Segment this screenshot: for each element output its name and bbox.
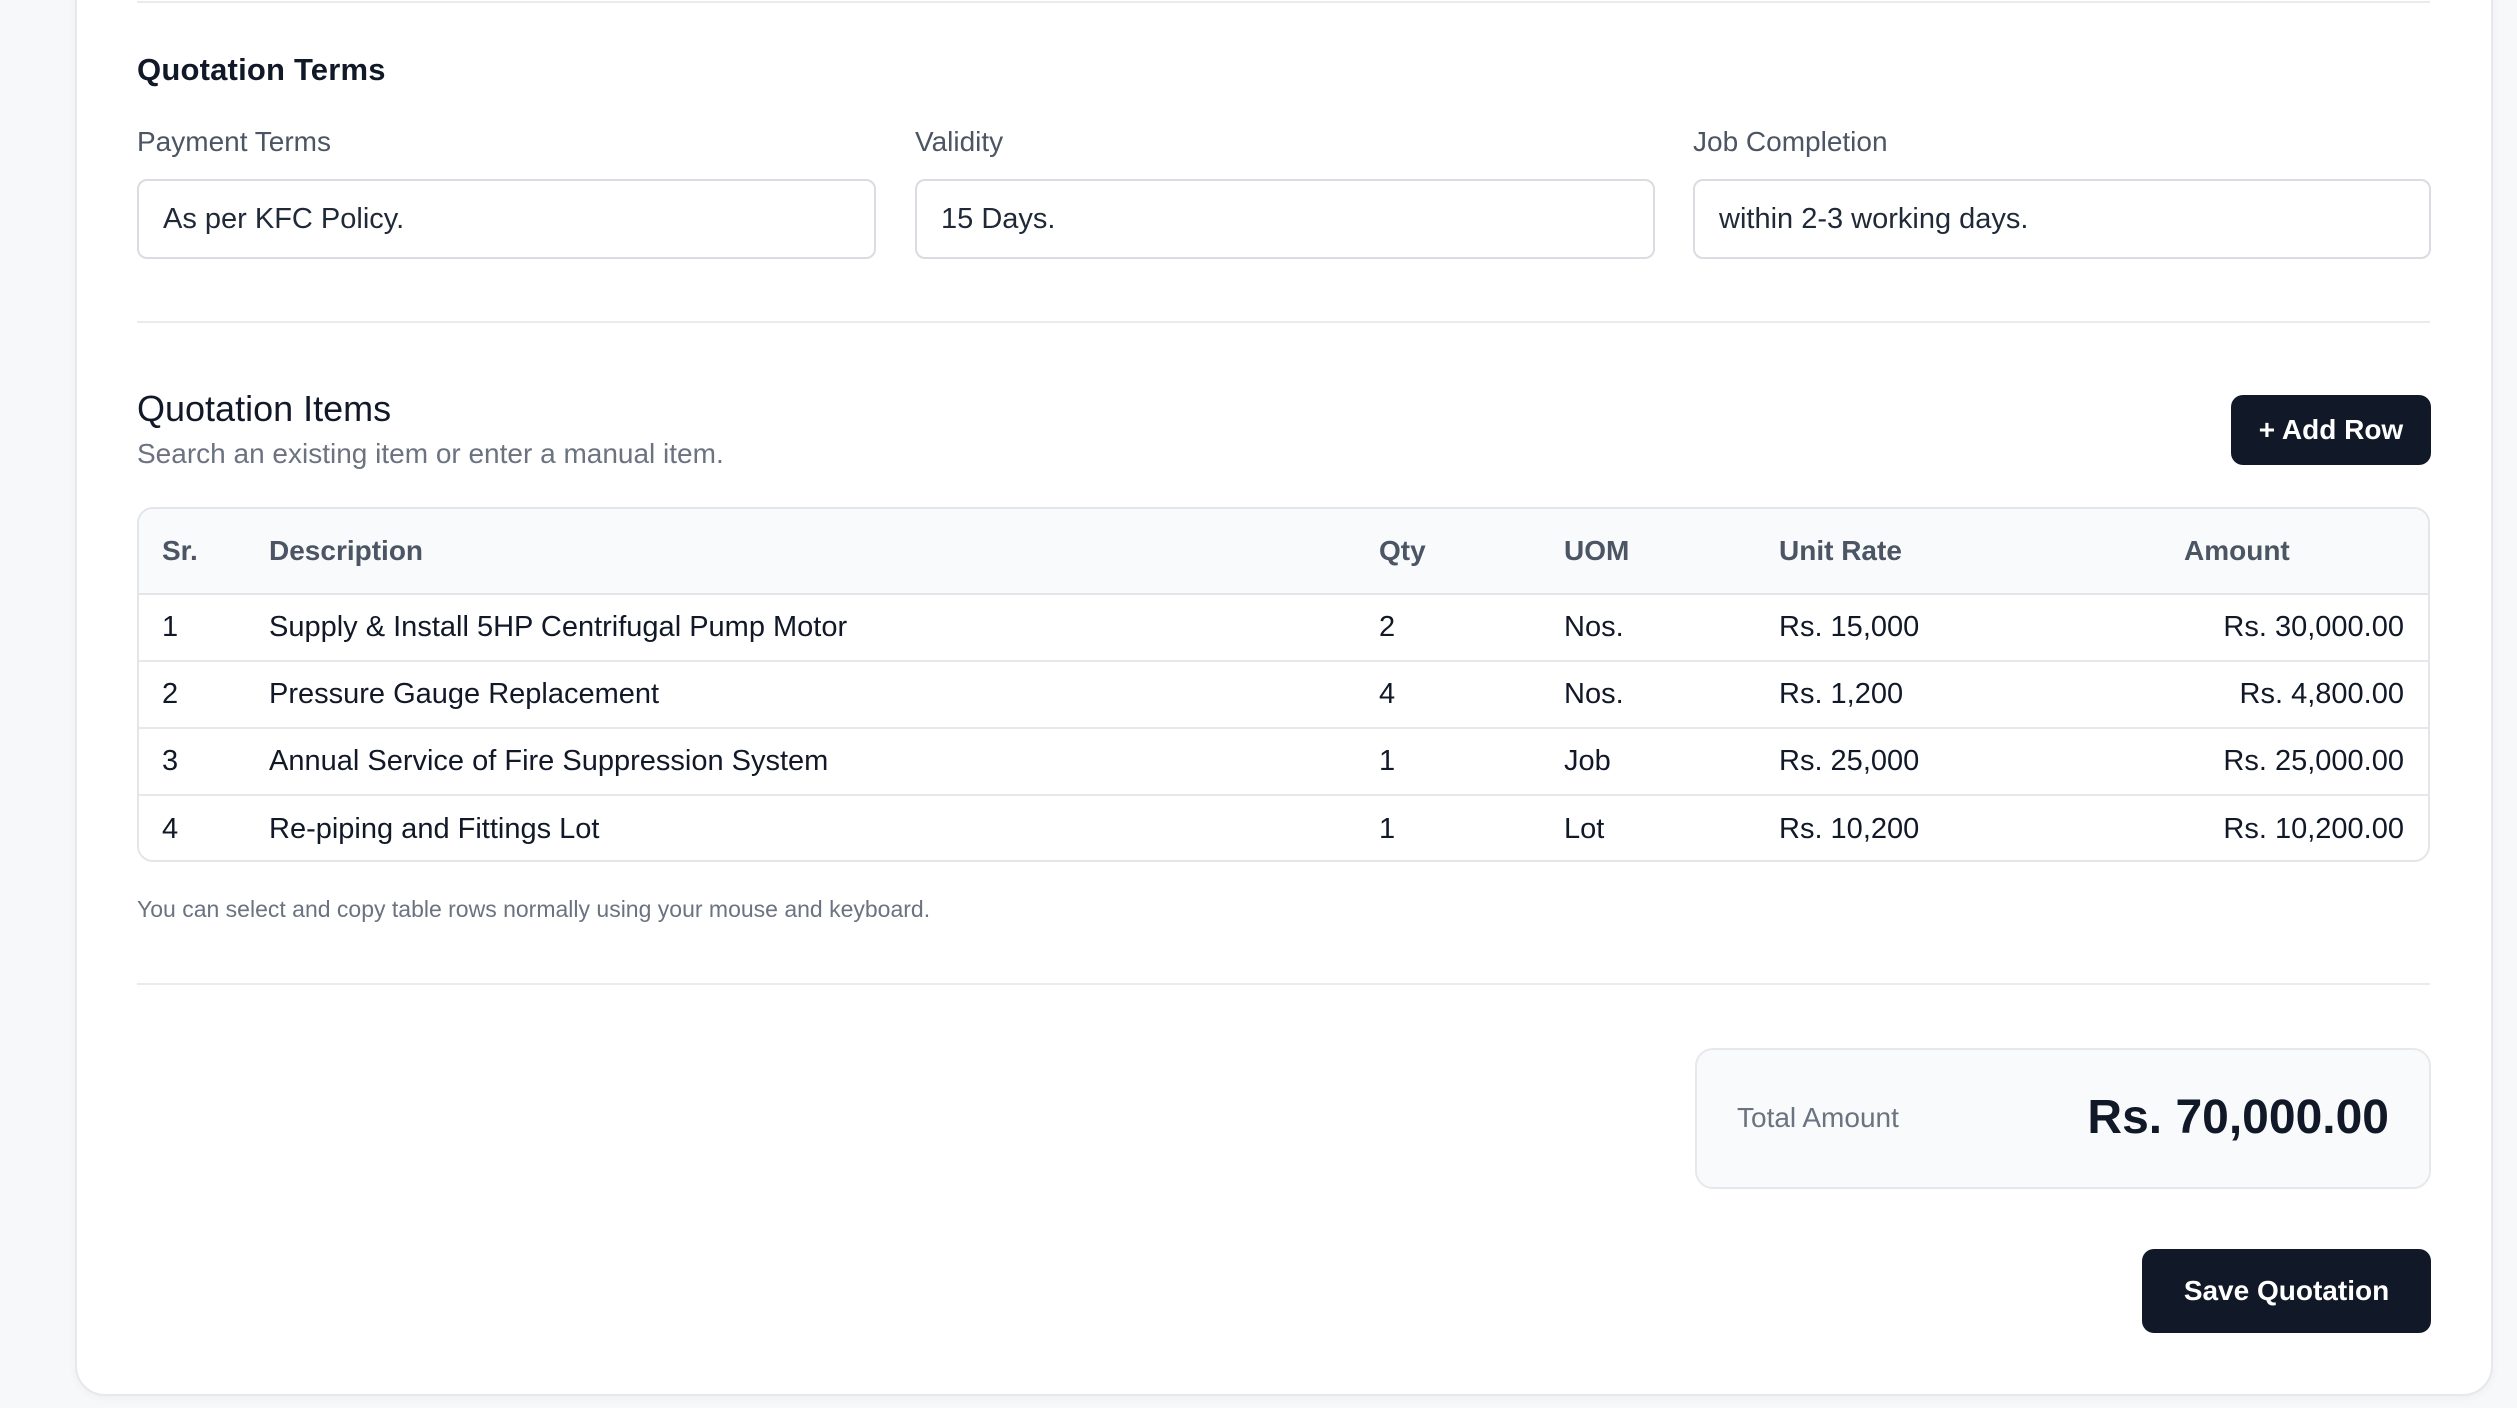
row-amount: Rs. 4,800.00: [2239, 678, 2404, 710]
table-help-note: You can select and copy table rows norma…: [137, 896, 931, 922]
col-description: Description: [269, 535, 424, 566]
terms-title: Quotation Terms: [137, 52, 386, 87]
top-divider: [137, 1, 2430, 3]
table-row[interactable]: 4 Re-piping and Fittings Lot 1 Lot Rs. 1…: [139, 796, 2428, 860]
row-description: Annual Service of Fire Suppression Syste…: [269, 745, 829, 777]
items-table: Sr. Description Qty UOM Unit Rate Amount…: [137, 507, 2430, 862]
row-unit-rate: Rs. 10,200: [1779, 813, 1920, 845]
row-qty: 1: [1379, 813, 1396, 845]
job-completion-label: Job Completion: [1693, 126, 1888, 157]
row-qty: 4: [1379, 678, 1396, 710]
col-sr: Sr.: [162, 535, 198, 566]
row-qty: 2: [1379, 611, 1396, 643]
row-unit-rate: Rs. 1,200: [1779, 678, 1904, 710]
total-amount-label: Total Amount: [1737, 1102, 1899, 1133]
table-row[interactable]: 2 Pressure Gauge Replacement 4 Nos. Rs. …: [139, 662, 2428, 729]
row-description: Supply & Install 5HP Centrifugal Pump Mo…: [269, 611, 848, 643]
row-uom: Nos.: [1564, 678, 1624, 710]
items-subtitle: Search an existing item or enter a manua…: [137, 438, 724, 469]
row-description: Re-piping and Fittings Lot: [269, 813, 600, 845]
payment-terms-input[interactable]: [137, 179, 876, 259]
col-amount: Amount: [2184, 535, 2290, 566]
table-row[interactable]: 1 Supply & Install 5HP Centrifugal Pump …: [139, 595, 2428, 662]
row-amount: Rs. 25,000.00: [2223, 745, 2404, 777]
section-divider: [137, 321, 2430, 323]
row-unit-rate: Rs. 15,000: [1779, 611, 1920, 643]
row-uom: Nos.: [1564, 611, 1624, 643]
row-sr: 1: [162, 611, 179, 643]
row-description: Pressure Gauge Replacement: [269, 678, 660, 710]
col-unit-rate: Unit Rate: [1779, 535, 1902, 566]
table-row[interactable]: 3 Annual Service of Fire Suppression Sys…: [139, 729, 2428, 796]
row-amount: Rs. 30,000.00: [2223, 611, 2404, 643]
row-unit-rate: Rs. 25,000: [1779, 745, 1920, 777]
job-completion-input[interactable]: [1693, 179, 2431, 259]
row-sr: 4: [162, 813, 179, 845]
add-row-button[interactable]: + Add Row: [2231, 395, 2431, 465]
save-quotation-button[interactable]: Save Quotation: [2142, 1249, 2431, 1333]
payment-terms-label: Payment Terms: [137, 126, 331, 157]
row-amount: Rs. 10,200.00: [2223, 813, 2404, 845]
row-sr: 3: [162, 745, 179, 777]
row-uom: Job: [1564, 745, 1611, 777]
items-title: Quotation Items: [137, 388, 392, 429]
total-amount-box: Total Amount Rs. 70,000.00: [1695, 1048, 2431, 1189]
col-qty: Qty: [1379, 535, 1426, 566]
total-amount-value: Rs. 70,000.00: [2087, 1091, 2389, 1144]
col-uom: UOM: [1564, 535, 1630, 566]
validity-input[interactable]: [915, 179, 1655, 259]
row-qty: 1: [1379, 745, 1396, 777]
table-header: Sr. Description Qty UOM Unit Rate Amount: [139, 509, 2428, 595]
row-sr: 2: [162, 678, 179, 710]
total-divider: [137, 983, 2430, 985]
row-uom: Lot: [1564, 813, 1605, 845]
validity-label: Validity: [915, 126, 1004, 157]
